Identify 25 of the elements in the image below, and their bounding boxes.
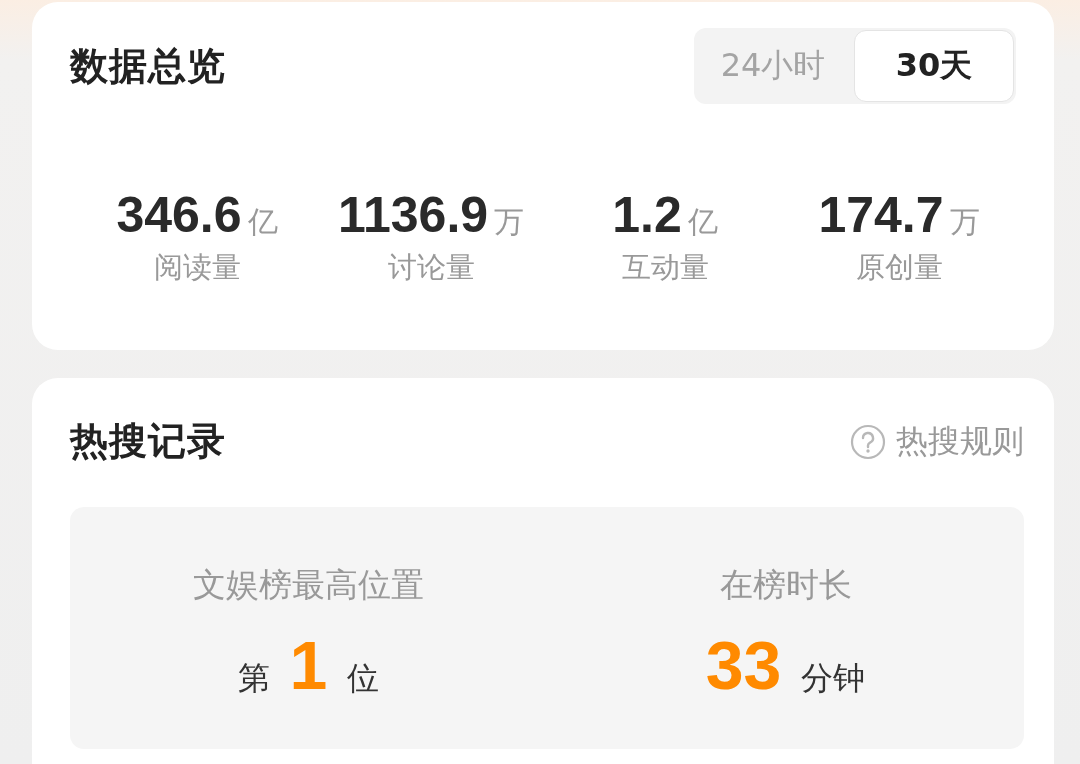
stat-unit: 万 bbox=[949, 203, 980, 241]
period-tab[interactable]: 24小时 bbox=[694, 28, 852, 104]
record-prefix: 第 bbox=[237, 658, 270, 699]
period-tab[interactable]: 30天 bbox=[854, 30, 1014, 102]
stat-unit: 亿 bbox=[247, 203, 278, 241]
stat-value: 346.6 bbox=[116, 186, 242, 244]
stat-label: 阅读量 bbox=[153, 249, 241, 286]
stat-label: 原创量 bbox=[855, 249, 943, 286]
stat-unit: 亿 bbox=[687, 203, 718, 241]
help-icon bbox=[850, 423, 886, 460]
stat-value: 1.2 bbox=[612, 186, 682, 244]
record-value: 33 bbox=[705, 626, 782, 704]
record-label: 在榜时长 bbox=[719, 564, 852, 606]
record-value: 1 bbox=[289, 626, 328, 704]
stat-value: 174.7 bbox=[818, 186, 944, 244]
stat-label: 互动量 bbox=[621, 249, 709, 286]
record-label: 文娱榜最高位置 bbox=[193, 564, 424, 606]
stat-unit: 万 bbox=[494, 203, 525, 241]
section-title: 热搜记录 bbox=[70, 418, 226, 465]
record-suffix: 分钟 bbox=[801, 658, 866, 699]
rules-link[interactable]: 热搜规则 bbox=[850, 419, 1024, 464]
section-title: 数据总览 bbox=[70, 42, 226, 90]
stat-value: 1136.9 bbox=[337, 186, 489, 244]
stat-label: 讨论量 bbox=[387, 249, 475, 286]
record-suffix: 位 bbox=[347, 658, 380, 699]
